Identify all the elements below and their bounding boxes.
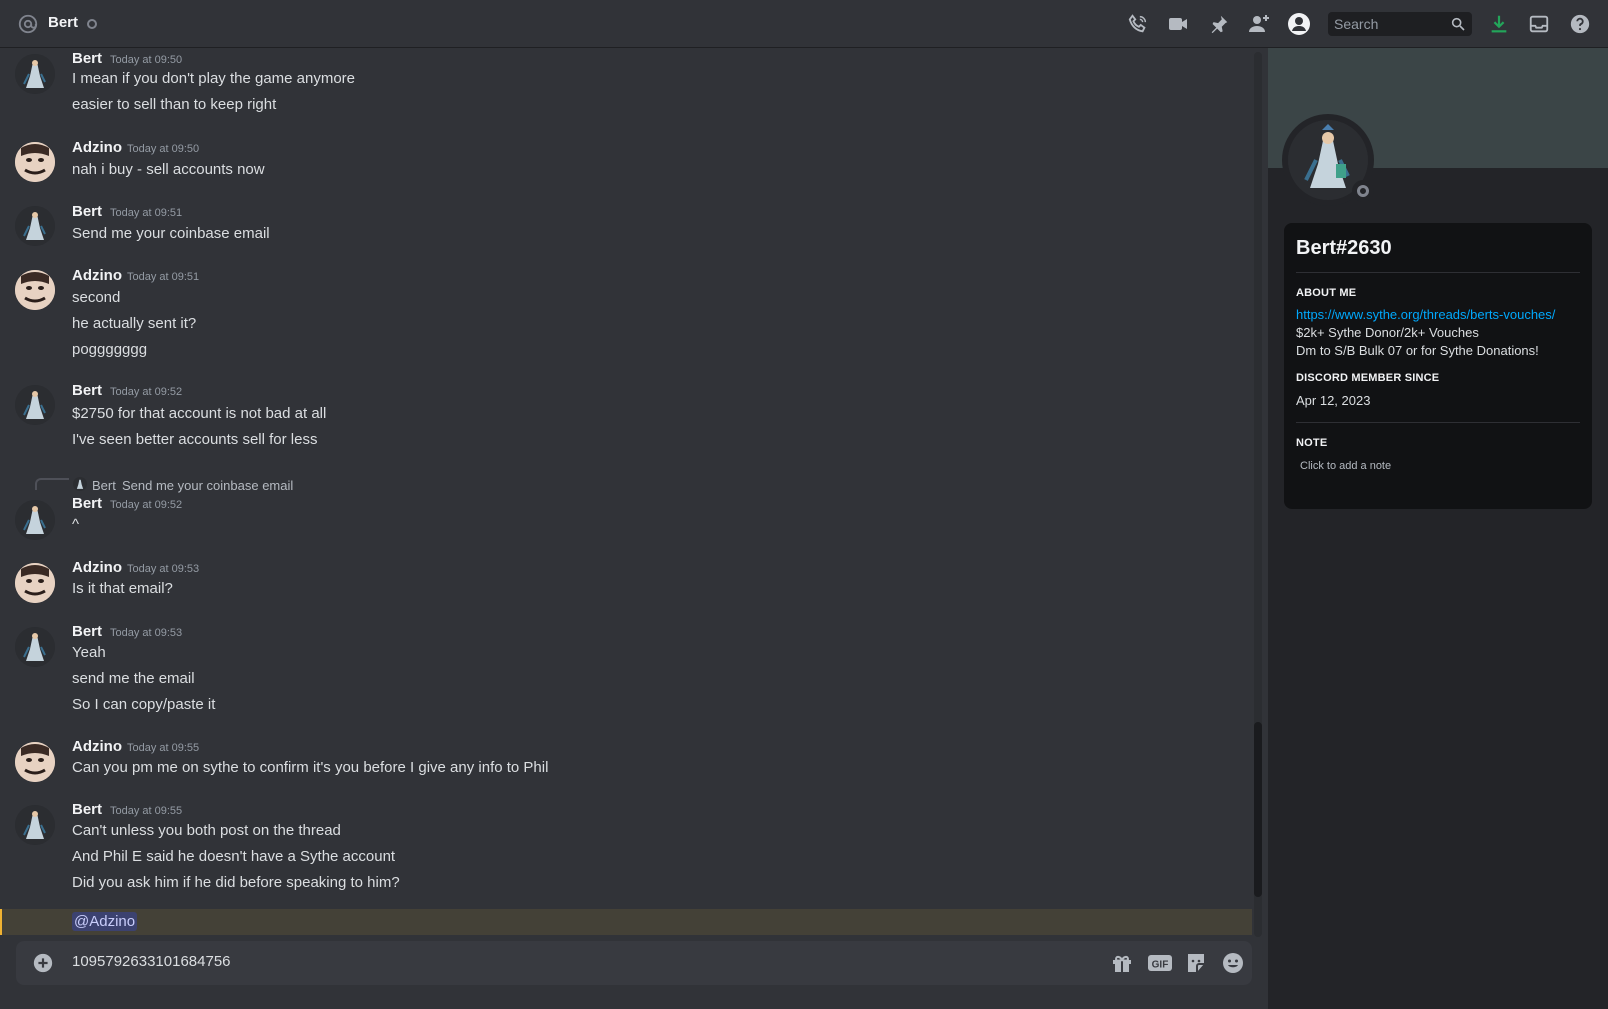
avatar[interactable] bbox=[15, 206, 55, 246]
message-timestamp: Today at 09:52 bbox=[110, 386, 183, 398]
avatar[interactable] bbox=[15, 142, 55, 182]
at-icon bbox=[17, 13, 39, 35]
channel-header: Bert Search bbox=[0, 0, 1608, 48]
video-icon[interactable] bbox=[1166, 12, 1190, 36]
message-input[interactable]: 1095792633101684756 bbox=[72, 953, 231, 970]
message-text: $2750 for that account is not bad at all bbox=[72, 405, 327, 422]
message-timestamp: Today at 09:51 bbox=[110, 207, 183, 219]
search-icon bbox=[1450, 16, 1466, 32]
member-since-date: Apr 12, 2023 bbox=[1296, 393, 1371, 408]
about-text: $2k+ Sythe Donor/2k+ Vouches bbox=[1296, 325, 1479, 340]
message-text: easier to sell than to keep right bbox=[72, 96, 277, 113]
user-profile-panel: Bert#2630 ABOUT ME https://www.sythe.org… bbox=[1268, 48, 1608, 1009]
message-author[interactable]: Bert bbox=[72, 50, 102, 67]
message-author[interactable]: Bert bbox=[72, 382, 102, 399]
status-offline-icon bbox=[87, 19, 97, 29]
about-text: Dm to S/B Bulk 07 or for Sythe Donations… bbox=[1296, 343, 1539, 358]
message-text: I've seen better accounts sell for less bbox=[72, 431, 318, 448]
download-icon[interactable] bbox=[1487, 12, 1511, 36]
scrollbar-thumb[interactable] bbox=[1254, 722, 1262, 897]
status-offline-icon bbox=[1352, 180, 1374, 202]
user-mention[interactable]: @Adzino bbox=[72, 912, 138, 931]
mention-highlight-row bbox=[0, 909, 1252, 935]
search-input[interactable]: Search bbox=[1328, 12, 1472, 36]
avatar[interactable] bbox=[15, 270, 55, 310]
message-author[interactable]: Bert bbox=[72, 203, 102, 220]
add-friend-icon[interactable] bbox=[1247, 12, 1271, 36]
divider bbox=[1296, 422, 1580, 423]
about-link[interactable]: https://www.sythe.org/threads/berts-vouc… bbox=[1296, 307, 1555, 322]
user-profile-icon[interactable] bbox=[1287, 12, 1311, 36]
reply-text[interactable]: Send me your coinbase email bbox=[122, 478, 293, 493]
reply-author[interactable]: Bert bbox=[92, 478, 116, 493]
message-text: he actually sent it? bbox=[72, 315, 197, 332]
pin-icon[interactable] bbox=[1207, 12, 1231, 36]
avatar[interactable] bbox=[15, 54, 55, 94]
gift-icon[interactable] bbox=[1110, 951, 1134, 975]
message-author[interactable]: Adzino bbox=[72, 267, 122, 284]
avatar[interactable] bbox=[15, 385, 55, 425]
search-placeholder: Search bbox=[1334, 16, 1379, 32]
message-composer[interactable]: 1095792633101684756 GIF bbox=[16, 941, 1252, 985]
svg-text:GIF: GIF bbox=[1152, 960, 1169, 971]
channel-title: Bert bbox=[48, 14, 79, 31]
message-text: Send me your coinbase email bbox=[72, 225, 270, 242]
message-timestamp: Today at 09:50 bbox=[110, 54, 183, 66]
inbox-icon[interactable] bbox=[1527, 12, 1551, 36]
profile-card: Bert#2630 ABOUT ME https://www.sythe.org… bbox=[1284, 223, 1592, 509]
message-timestamp: Today at 09:50 bbox=[127, 143, 200, 155]
message-text: I mean if you don't play the game anymor… bbox=[72, 70, 356, 87]
help-icon[interactable] bbox=[1568, 12, 1592, 36]
note-heading: NOTE bbox=[1296, 437, 1328, 449]
member-since-heading: DISCORD MEMBER SINCE bbox=[1296, 372, 1440, 384]
call-icon[interactable] bbox=[1126, 12, 1150, 36]
sticker-icon[interactable] bbox=[1184, 951, 1208, 975]
message-author[interactable]: Adzino bbox=[72, 139, 122, 156]
gif-icon[interactable]: GIF bbox=[1147, 951, 1172, 975]
emoji-icon[interactable] bbox=[1221, 951, 1245, 975]
message-text: nah i buy - sell accounts now bbox=[72, 161, 265, 178]
note-input[interactable]: Click to add a note bbox=[1300, 460, 1391, 472]
divider bbox=[1296, 272, 1580, 273]
message-text: second bbox=[72, 289, 121, 306]
message-text: poggggggg bbox=[72, 341, 148, 358]
reply-avatar[interactable] bbox=[73, 477, 87, 491]
add-attachment-icon[interactable] bbox=[32, 952, 54, 974]
reply-connector bbox=[35, 478, 69, 490]
message-timestamp: Today at 09:51 bbox=[127, 271, 200, 283]
profile-username: Bert#2630 bbox=[1296, 237, 1392, 259]
about-heading: ABOUT ME bbox=[1296, 287, 1357, 299]
